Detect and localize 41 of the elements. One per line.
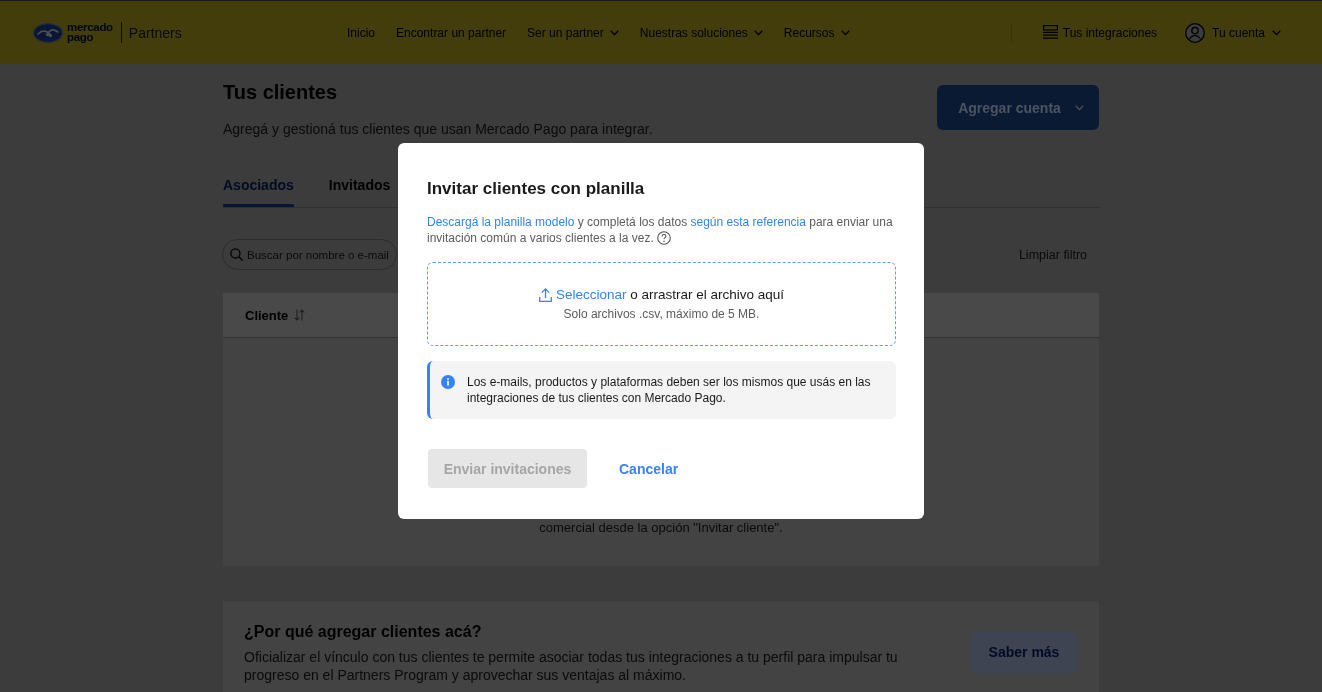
- nav-link[interactable]: Ser un partner: [527, 25, 619, 40]
- info-icon: [441, 375, 455, 389]
- card-title: ¿Por qué agregar clientes acá?: [244, 622, 483, 642]
- chevron-down-icon: [609, 29, 619, 36]
- tab[interactable]: Asociados: [223, 165, 294, 207]
- search-icon: [230, 248, 243, 261]
- chevron-down-icon: [1272, 29, 1281, 36]
- integrations-link[interactable]: Tus integraciones: [1042, 25, 1158, 40]
- file-drop-zone[interactable]: Seleccionar o arrastrar el archivo aquí Solo archivos .csv, máximo de 5 MB.: [427, 262, 896, 346]
- file-limit-text: Solo archivos .csv, máximo de 5 MB.: [563, 307, 760, 322]
- page-title: Tus clientes: [223, 80, 339, 104]
- card-text: Oficializar el vínculo con tus clientes te permite asociar todas tus integraciones a tu perfil para impulsar tu progreso en el Partners Program y aprovechar sus ventajas al máximo.: [244, 648, 899, 684]
- oval-logo-icon: [33, 22, 63, 43]
- help-icon[interactable]: [657, 231, 672, 245]
- cancel-button[interactable]: Cancelar: [603, 449, 695, 488]
- tab[interactable]: Invitados: [328, 165, 391, 207]
- select-file-link[interactable]: Seleccionar: [555, 287, 627, 302]
- user-avatar-icon: [1185, 22, 1206, 43]
- sort-icon: [294, 309, 306, 321]
- inline-link[interactable]: según esta referencia: [690, 215, 806, 229]
- list-icon: [1042, 25, 1058, 40]
- upload-prompt-text: Seleccionar o arrastrar el archivo aquí: [555, 286, 785, 304]
- chevron-down-icon: [753, 29, 763, 36]
- description-text: Descargá la planilla modelo y completá los datos según esta referencia para enviar una invitación común a varios clientes a la vez.: [427, 214, 894, 246]
- column-header[interactable]: Cliente: [245, 307, 306, 323]
- learn-more-button[interactable]: Saber más: [970, 631, 1078, 673]
- nav-link[interactable]: Encontrar un partner: [396, 25, 507, 40]
- product-name: Partners: [128, 24, 182, 41]
- add-account-button[interactable]: Agregar cuenta: [937, 85, 1099, 130]
- brand-wordmark: mercado pago: [67, 23, 113, 42]
- chevron-down-icon: [840, 29, 850, 36]
- nav-link[interactable]: Inicio: [347, 25, 375, 40]
- chevron-down-icon: [1074, 104, 1084, 111]
- account-menu[interactable]: Tu cuenta: [1185, 22, 1281, 43]
- nav-link[interactable]: Nuestras soluciones: [639, 25, 763, 40]
- dialog-title: Invitar clientes con planilla: [427, 179, 646, 199]
- nav-link[interactable]: Recursos: [783, 25, 850, 40]
- inline-link[interactable]: Descargá la planilla modelo: [427, 215, 575, 229]
- upload-icon: [538, 288, 552, 302]
- empty-state-text: comercial desde la opción "Invitar cliente".: [539, 521, 783, 535]
- info-text: Los e-mails, productos y plataformas deben ser los mismos que usás en las integraciones de tus clientes con Mercado Pago.: [467, 374, 872, 406]
